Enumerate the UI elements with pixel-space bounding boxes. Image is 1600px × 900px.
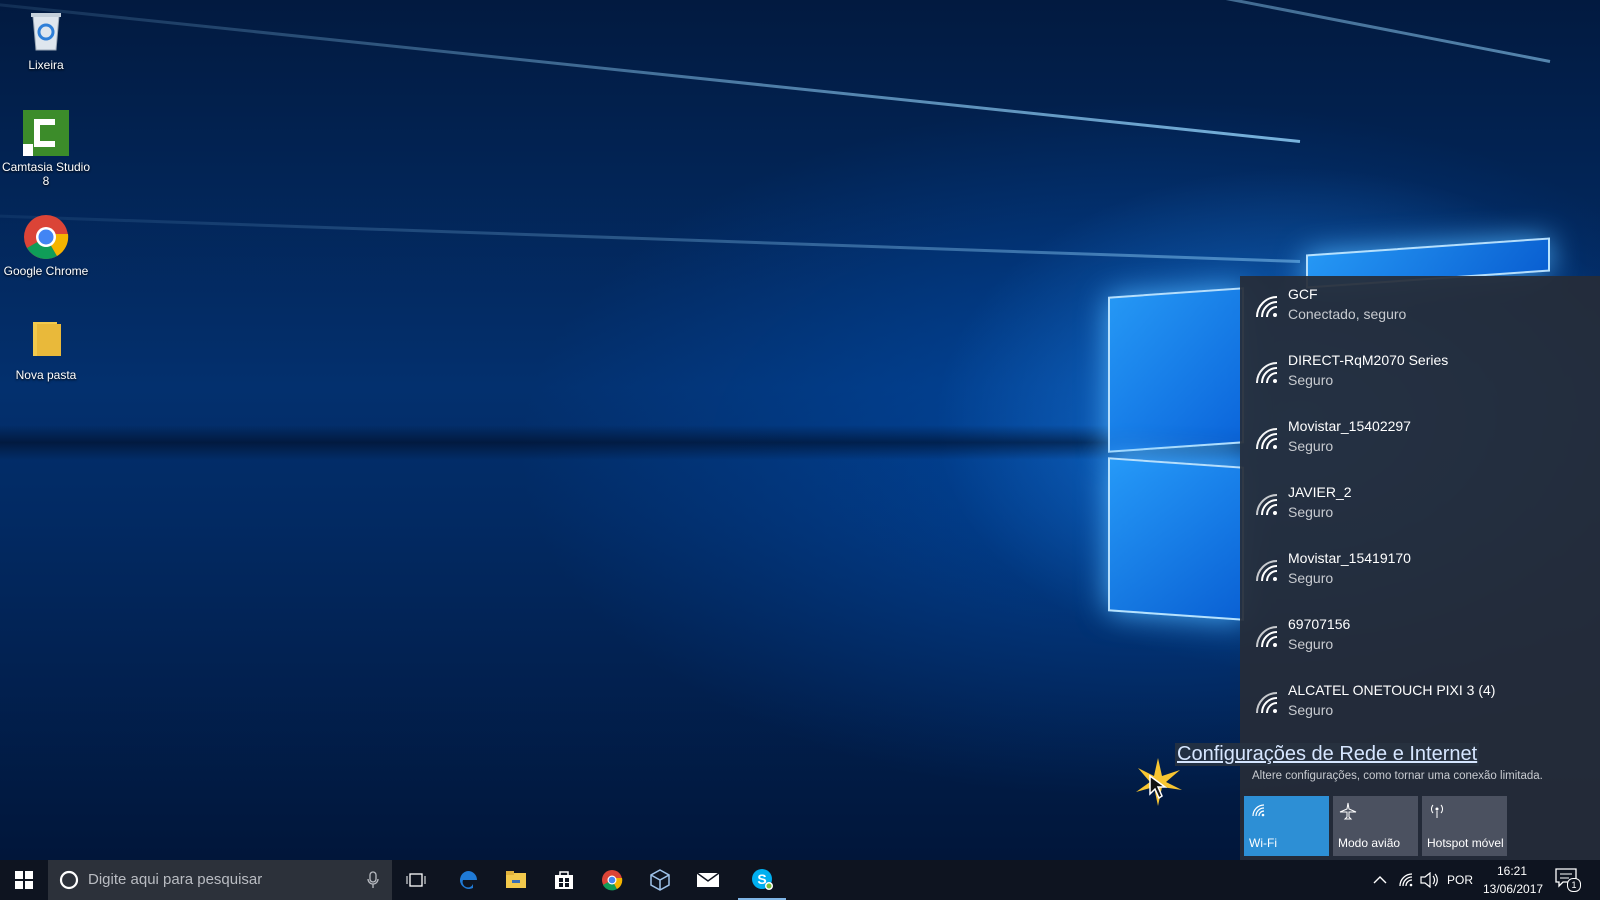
desktop-icon-label: Google Chrome <box>3 264 89 278</box>
wifi-signal-icon <box>1256 494 1278 516</box>
wifi-signal-icon <box>1256 296 1278 318</box>
desktop-icon-google-chrome[interactable]: Google Chrome <box>0 214 92 278</box>
network-name: GCF <box>1288 286 1318 302</box>
task-view-icon <box>406 873 426 887</box>
recycle-bin-icon <box>23 8 69 54</box>
microphone-icon[interactable] <box>366 871 380 889</box>
network-status: Conectado, seguro <box>1288 306 1407 322</box>
desktop-icon-camtasia[interactable]: Camtasia Studio 8 <box>0 110 92 188</box>
wifi-icon <box>1252 804 1265 817</box>
volume-icon[interactable] <box>1420 872 1438 888</box>
show-hidden-icons-chevron-icon[interactable] <box>1373 875 1387 885</box>
network-name: Movistar_15402297 <box>1288 418 1411 434</box>
wifi-network-item[interactable]: DIRECT-RqM2070 Series Seguro <box>1240 342 1600 408</box>
wifi-toggle-label: Wi-Fi <box>1249 836 1277 850</box>
edge-icon <box>459 871 477 889</box>
start-button[interactable] <box>0 860 48 900</box>
wifi-network-item[interactable]: GCF Conectado, seguro <box>1240 276 1600 342</box>
file-explorer-icon <box>506 871 526 888</box>
wifi-signal-icon <box>1256 560 1278 582</box>
wifi-network-item[interactable]: 69707156 Seguro <box>1240 606 1600 672</box>
mail-icon <box>696 872 720 887</box>
cortana-icon <box>59 870 79 890</box>
taskbar-store[interactable] <box>540 860 588 900</box>
network-status: Seguro <box>1288 636 1334 652</box>
network-status: Seguro <box>1288 438 1334 454</box>
wifi-network-item[interactable]: JAVIER_2 Seguro <box>1240 474 1600 540</box>
taskbar-chrome[interactable] <box>588 860 636 900</box>
airplane-mode-label: Modo avião <box>1338 836 1401 850</box>
network-name: ALCATEL ONETOUCH PIXI 3 (4) <box>1288 682 1496 698</box>
virtualbox-icon <box>650 869 670 891</box>
taskbar-file-explorer[interactable] <box>492 860 540 900</box>
windows-logo-icon <box>15 871 33 889</box>
camtasia-icon <box>23 110 69 156</box>
search-box[interactable]: Digite aqui para pesquisar <box>48 860 392 900</box>
network-settings-subtext: Altere configurações, como tornar uma co… <box>1252 770 1543 782</box>
network-status: Seguro <box>1288 372 1334 388</box>
network-status: Seguro <box>1288 702 1334 718</box>
click-highlight-icon <box>1136 758 1182 806</box>
clock-date[interactable]: 13/06/2017 <box>1483 882 1543 896</box>
airplane-mode-button[interactable]: Modo avião <box>1333 796 1418 856</box>
wifi-signal-icon <box>1256 362 1278 384</box>
network-name: DIRECT-RqM2070 Series <box>1288 352 1449 368</box>
network-name: Movistar_15419170 <box>1288 550 1411 566</box>
skype-icon: S <box>752 869 773 890</box>
taskbar-skype[interactable]: S <box>738 860 786 900</box>
desktop-icon-label: Nova pasta <box>15 368 77 382</box>
taskbar-virtualbox[interactable] <box>636 860 684 900</box>
task-view-button[interactable] <box>392 860 440 900</box>
network-status: Seguro <box>1288 504 1334 520</box>
taskbar: Digite aqui para pesquisar S POR 16:21 1… <box>0 860 1600 900</box>
wifi-signal-icon <box>1256 692 1278 714</box>
network-name: JAVIER_2 <box>1288 484 1352 500</box>
mobile-hotspot-button[interactable]: Hotspot móvel <box>1422 796 1507 856</box>
network-settings-link[interactable]: Configurações de Rede e Internet <box>1175 743 1480 766</box>
folder-icon <box>23 318 69 364</box>
input-language-indicator[interactable]: POR <box>1447 873 1473 887</box>
notification-count-badge: 1 <box>1567 878 1581 892</box>
wifi-network-item[interactable]: ALCATEL ONETOUCH PIXI 3 (4) Seguro <box>1240 672 1600 738</box>
wifi-signal-icon <box>1256 626 1278 648</box>
wifi-toggle-button[interactable]: Wi-Fi <box>1244 796 1329 856</box>
desktop-icon-label: Camtasia Studio 8 <box>1 160 91 188</box>
wifi-network-item[interactable]: Movistar_15402297 Seguro <box>1240 408 1600 474</box>
mobile-hotspot-label: Hotspot móvel <box>1427 836 1504 850</box>
chrome-icon <box>23 214 69 260</box>
taskbar-mail[interactable] <box>684 860 732 900</box>
chrome-icon <box>602 870 623 891</box>
desktop-icon-new-folder[interactable]: Nova pasta <box>0 318 92 382</box>
action-center-button[interactable]: 1 <box>1555 868 1581 892</box>
wifi-network-item[interactable]: Movistar_15419170 Seguro <box>1240 540 1600 606</box>
taskbar-edge[interactable] <box>444 860 492 900</box>
search-placeholder: Digite aqui para pesquisar <box>88 871 263 888</box>
hotspot-icon <box>1431 804 1443 818</box>
network-name: 69707156 <box>1288 616 1351 632</box>
network-tray-icon[interactable] <box>1398 872 1414 888</box>
desktop-icon-recycle-bin[interactable]: Lixeira <box>0 8 92 72</box>
wifi-signal-icon <box>1256 428 1278 450</box>
desktop-icon-label: Lixeira <box>28 58 64 72</box>
network-status: Seguro <box>1288 570 1334 586</box>
clock-time[interactable]: 16:21 <box>1497 864 1527 878</box>
store-icon <box>555 871 573 889</box>
airplane-icon <box>1339 802 1357 820</box>
